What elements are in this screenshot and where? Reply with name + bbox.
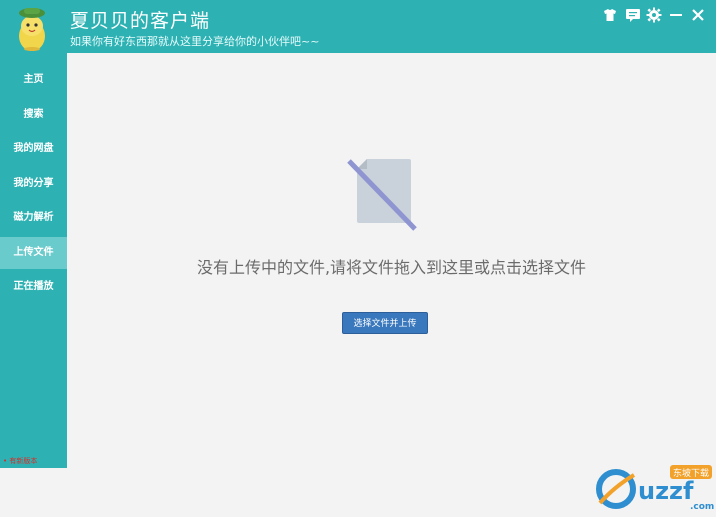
close-icon[interactable]: [690, 7, 706, 23]
app-title: 夏贝贝的客户端: [70, 10, 211, 32]
update-notice[interactable]: • 有新版本: [0, 454, 67, 468]
watermark-logo: uzzf .com 东坡下载: [596, 465, 714, 512]
app-subtitle: 如果你有好东西那就从这里分享给你的小伙伴吧~~: [70, 35, 320, 48]
title-bar: 夏贝贝的客户端 如果你有好东西那就从这里分享给你的小伙伴吧~~: [0, 0, 716, 53]
sidebar-item-upload[interactable]: 上传文件: [0, 237, 67, 269]
sidebar-item-my-shares[interactable]: 我的分享: [0, 168, 67, 200]
minimize-icon[interactable]: [668, 7, 684, 23]
sidebar-item-now-playing[interactable]: 正在播放: [0, 271, 67, 303]
watermark-suffix: .com: [690, 502, 714, 512]
upload-panel[interactable]: 没有上传中的文件,请将文件拖入到这里或点击选择文件 选择文件并上传 uzzf .…: [67, 53, 716, 512]
settings-icon[interactable]: [646, 7, 662, 23]
sidebar-item-search[interactable]: 搜索: [0, 99, 67, 131]
sidebar-item-home[interactable]: 主页: [0, 64, 67, 96]
update-notice-label: 有新版本: [9, 457, 38, 465]
sidebar: 主页 搜索 我的网盘 我的分享 磁力解析 上传文件 正在播放 • 有新版本: [0, 53, 67, 468]
empty-message: 没有上传中的文件,请将文件拖入到这里或点击选择文件: [196, 258, 587, 277]
watermark-brand: uzzf: [638, 477, 694, 505]
skin-icon[interactable]: [602, 7, 618, 23]
select-file-upload-button[interactable]: 选择文件并上传: [342, 312, 428, 334]
message-icon[interactable]: [625, 7, 641, 23]
sidebar-item-my-drive[interactable]: 我的网盘: [0, 133, 67, 165]
watermark-badge: 东坡下载: [673, 467, 709, 479]
sidebar-item-magnet-parse[interactable]: 磁力解析: [0, 202, 67, 234]
avatar[interactable]: [12, 4, 52, 52]
no-file-icon: [347, 159, 417, 231]
